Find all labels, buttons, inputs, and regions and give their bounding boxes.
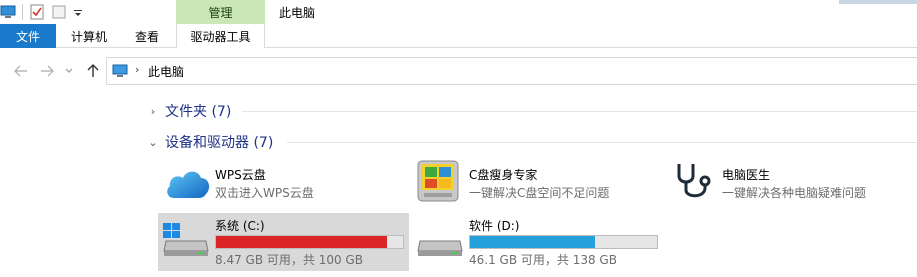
navigation-bar: › 此电脑 bbox=[0, 56, 917, 86]
group-devices-label: 设备和驱动器 (7) bbox=[165, 135, 274, 151]
up-arrow-icon[interactable] bbox=[84, 62, 102, 80]
app-wps-cloud[interactable]: WPS云盘 双击进入WPS云盘 bbox=[158, 160, 408, 204]
windows-tile-icon bbox=[416, 160, 460, 207]
breadcrumb-separator[interactable]: › bbox=[135, 63, 139, 76]
new-folder-icon[interactable] bbox=[51, 4, 67, 20]
hard-drive-icon bbox=[416, 223, 464, 260]
drive-usage-fill bbox=[216, 236, 388, 248]
drive-usage-text: 46.1 GB 可用，共 138 GB bbox=[469, 253, 617, 267]
system-drive-icon bbox=[162, 223, 210, 260]
tab-manage[interactable]: 管理 bbox=[176, 0, 265, 24]
drive-c[interactable]: 系统 (C:) 8.47 GB 可用，共 100 GB bbox=[158, 213, 409, 271]
properties-icon[interactable] bbox=[29, 4, 45, 20]
recent-locations-chevron-icon[interactable] bbox=[60, 62, 78, 80]
ribbon-tabs: 文件 计算机 查看 驱动器工具 bbox=[0, 24, 917, 48]
customize-toolbar-icon[interactable] bbox=[73, 4, 83, 20]
group-folders[interactable]: › 文件夹 (7) bbox=[146, 101, 231, 121]
app-subtitle: 双击进入WPS云盘 bbox=[215, 186, 314, 200]
group-divider bbox=[287, 142, 917, 143]
this-pc-icon bbox=[112, 64, 128, 78]
tab-drive-tools[interactable]: 驱动器工具 bbox=[176, 24, 265, 48]
window-controls[interactable] bbox=[839, 0, 917, 4]
group-folders-label: 文件夹 (7) bbox=[165, 104, 232, 120]
breadcrumb-this-pc[interactable]: 此电脑 bbox=[148, 63, 184, 80]
app-c-drive-cleaner[interactable]: C盘瘦身专家 一键解决C盘空间不足问题 bbox=[412, 160, 662, 204]
drive-usage-bar bbox=[469, 235, 658, 249]
window-title: 此电脑 bbox=[279, 6, 316, 20]
back-arrow-icon[interactable] bbox=[12, 62, 30, 80]
drive-title: 软件 (D:) bbox=[469, 219, 520, 233]
drive-usage-text: 8.47 GB 可用，共 100 GB bbox=[215, 253, 363, 267]
forward-arrow-icon[interactable] bbox=[38, 62, 56, 80]
quick-access-toolbar bbox=[0, 0, 89, 24]
title-bar: 管理 此电脑 bbox=[0, 0, 917, 24]
drive-d[interactable]: 软件 (D:) 46.1 GB 可用，共 138 GB bbox=[412, 213, 663, 271]
app-subtitle: 一键解决各种电脑疑难问题 bbox=[722, 186, 867, 200]
tab-view[interactable]: 查看 bbox=[124, 24, 170, 48]
chevron-down-icon[interactable]: ⌄ bbox=[146, 136, 160, 149]
drive-usage-bar bbox=[215, 235, 404, 249]
cloud-icon bbox=[164, 164, 212, 205]
computer-icon[interactable] bbox=[0, 4, 16, 20]
file-view: › 文件夹 (7) ⌄ 设备和驱动器 (7) WPS云盘 双击进入WPS云盘 C… bbox=[0, 90, 917, 277]
group-divider bbox=[242, 111, 917, 112]
tab-file[interactable]: 文件 bbox=[0, 24, 56, 48]
app-title: C盘瘦身专家 bbox=[469, 168, 538, 182]
app-subtitle: 一键解决C盘空间不足问题 bbox=[469, 186, 610, 200]
app-title: WPS云盘 bbox=[215, 168, 266, 182]
stethoscope-icon bbox=[671, 160, 717, 205]
group-devices[interactable]: ⌄ 设备和驱动器 (7) bbox=[146, 132, 273, 152]
tab-computer[interactable]: 计算机 bbox=[60, 24, 118, 48]
app-pc-doctor[interactable]: 电脑医生 一键解决各种电脑疑难问题 bbox=[667, 160, 917, 204]
app-title: 电脑医生 bbox=[722, 168, 771, 182]
chevron-right-icon[interactable]: › bbox=[146, 105, 160, 118]
drive-title: 系统 (C:) bbox=[215, 219, 265, 233]
address-bar[interactable]: › 此电脑 bbox=[106, 57, 917, 85]
drive-usage-fill bbox=[470, 236, 595, 248]
